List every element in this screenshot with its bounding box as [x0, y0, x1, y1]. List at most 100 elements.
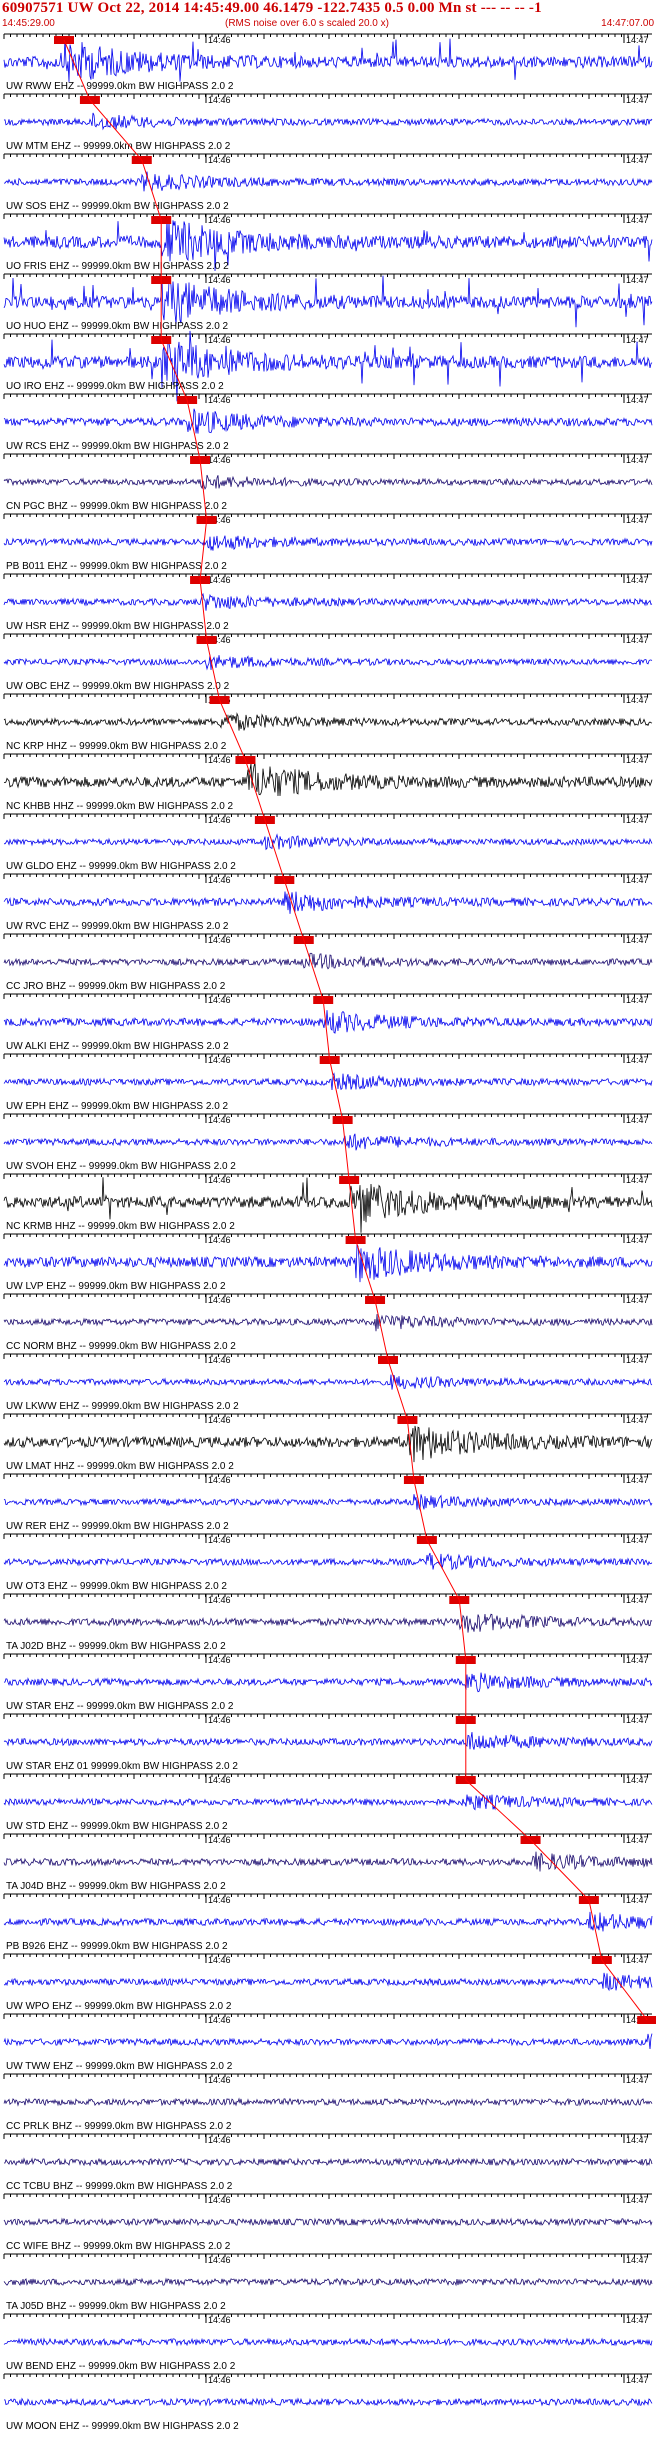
station-label: UW HSR EHZ -- 99999.0km BW HIGHPASS 2.0 … [6, 621, 229, 632]
waveform [3, 1972, 653, 1992]
minute-mark-1447: 14:47 [626, 695, 649, 705]
minute-mark-1447: 14:47 [626, 2375, 649, 2385]
trace-row: 14:46 14:47 UO HUO EHZ -- 99999.0km BW HIG… [3, 273, 653, 332]
minute-mark-1447: 14:47 [626, 455, 649, 465]
minute-mark-1447: 14:47 [626, 395, 649, 405]
trace-row: 14:46 14:47 UW MOON EHZ -- 99999.0km BW HI… [3, 2373, 653, 2432]
trace-row: 14:46 14:47 CC NORM BHZ -- 99999.0km BW HI… [3, 1293, 653, 1352]
minute-mark-1447: 14:47 [626, 635, 649, 645]
waveform [3, 1374, 653, 1390]
waveform [3, 2033, 653, 2050]
minute-mark-1446: 14:46 [208, 1835, 231, 1845]
seismogram-plot: 14:46 14:47 UW RWW EHZ -- 99999.0km BW HIG… [0, 32, 656, 2438]
minute-mark-1446: 14:46 [208, 2015, 231, 2025]
waveform [3, 1613, 653, 1633]
minute-mark-1446: 14:46 [208, 1715, 231, 1725]
minute-mark-1446: 14:46 [208, 155, 231, 165]
trace-row: 14:46 14:47 TA J04D BHZ -- 99999.0km BW HI… [3, 1833, 653, 1892]
station-label: UW MTM EHZ -- 99999.0km BW HIGHPASS 2.0 … [6, 141, 231, 152]
minute-mark-1446: 14:46 [208, 95, 231, 105]
waveform [3, 2337, 653, 2347]
trace-row: 14:4614:47NC KRP HHZ -- 99999.0km BW HIG… [3, 693, 653, 752]
trace-row: 14:46 14:47 UW STAR EHZ -- 99999.0km BW HI… [3, 1653, 653, 1712]
trace-row: 14:46 14:47PB B011 EHZ -- 99999.0km BW HI… [3, 513, 653, 572]
start-time-label: 14:45:29.00 [2, 18, 55, 29]
minute-mark-1446: 14:46 [208, 395, 231, 405]
trace-row: 14:46 14:47 UW LKWW EHZ -- 99999.0km BW HI… [3, 1353, 653, 1412]
station-label: UW ALKI EHZ -- 99999.0km BW HIGHPASS 2.0… [6, 1041, 229, 1052]
trace-row: 14:46 14:47 UW SVOH EHZ -- 99999.0km BW HI… [3, 1113, 653, 1172]
waveform [4, 2397, 653, 2407]
minute-mark-1447: 14:47 [626, 1535, 649, 1545]
trace-row: 14:46 14:47 CC TCBU BHZ -- 99999.0km BW HI… [3, 2133, 653, 2192]
trace-row: 14:46 14:47 UW RVC EHZ -- 99999.0km BW HIG… [3, 873, 653, 932]
minute-mark-1447: 14:47 [626, 1775, 649, 1785]
minute-mark-1447: 14:47 [626, 2135, 649, 2145]
minute-mark-1446: 14:46 [208, 2255, 231, 2265]
waveform [3, 1425, 653, 1463]
minute-mark-1447: 14:47 [626, 1355, 649, 1365]
event-title: 60907571 UW Oct 22, 2014 14:45:49.00 46.… [2, 0, 542, 16]
waveform [3, 1072, 653, 1091]
trace-row: 14:46 14:47 UW BEND EHZ -- 99999.0km BW HI… [3, 2313, 653, 2372]
trace-row: 14:46 14:47 UW SOS EHZ -- 99999.0km BW HIG… [3, 153, 653, 212]
station-label: CC JRO BHZ -- 99999.0km BW HIGHPASS 2.0 … [6, 981, 226, 992]
waveform [3, 171, 653, 193]
seismogram-svg: 14:46 14:47 UW RWW EHZ -- 99999.0km BW HIG… [3, 33, 656, 2432]
station-label: UO IRO EHZ -- 99999.0km BW HIGHPASS 2.0 … [6, 381, 224, 392]
waveform [3, 1133, 653, 1151]
station-label: UW STAR EHZ -- 99999.0km BW HIGHPASS 2.0… [6, 1701, 234, 1712]
minute-mark-1446: 14:46 [208, 1055, 231, 1065]
trace-row: 14:46 14:47 UW GLDO EHZ -- 99999.0km BW HI… [3, 813, 653, 872]
waveform [3, 1010, 653, 1034]
waveform [3, 474, 653, 490]
trace-row: 14:46 14:47 UW RCS EHZ -- 99999.0km BW HIG… [3, 393, 653, 452]
trace-row: 14:46 14:47 UO IRO EHZ -- 99999.0km BW HIG… [3, 330, 653, 402]
station-label: UW MOON EHZ -- 99999.0km BW HIGHPASS 2.0… [6, 2421, 239, 2432]
waveform [3, 952, 653, 970]
trace-row: 14:46 14:47 TA J05D BHZ -- 99999.0km BW HI… [3, 2253, 653, 2312]
trace-row: 14:46 14:47 UW LVP EHZ -- 99999.0km BW HIG… [3, 1233, 653, 1292]
station-label: UW TWW EHZ -- 99999.0km BW HIGHPASS 2.0 … [6, 2061, 233, 2072]
minute-mark-1447: 14:47 [626, 1055, 649, 1065]
minute-mark-1447: 14:47 [626, 1835, 649, 1845]
minute-mark-1447: 14:47 [626, 1415, 649, 1425]
minute-mark-1446: 14:46 [208, 1655, 231, 1665]
station-label: UW STAR EHZ 01 99999.0km BW HIGHPASS 2.0… [6, 1761, 238, 1772]
minute-mark-1447: 14:47 [626, 1955, 649, 1965]
station-label: TA J04D BHZ -- 99999.0km BW HIGHPASS 2.0… [6, 1881, 226, 1892]
minute-mark-1446: 14:46 [208, 2375, 231, 2385]
station-label: NC KRP HHZ -- 99999.0km BW HIGHPASS 2.0 … [6, 741, 227, 752]
waveform [3, 112, 653, 131]
minute-mark-1447: 14:47 [626, 1175, 649, 1185]
waveform [3, 2097, 653, 2107]
station-label: UW GLDO EHZ -- 99999.0km BW HIGHPASS 2.0… [6, 861, 236, 872]
trace-row: 14:46 14:47UW OBC EHZ -- 99999.0km BW HIG… [3, 633, 653, 692]
trace-row: 14:46 14:47 UO FRIS EHZ -- 99999.0km BW HI… [3, 213, 653, 272]
waveform [3, 1314, 653, 1332]
minute-mark-1447: 14:47 [626, 1655, 649, 1665]
station-label: CC PRLK BHZ -- 99999.0km BW HIGHPASS 2.0… [6, 2121, 232, 2132]
station-label: UW RVC EHZ -- 99999.0km BW HIGHPASS 2.0 … [6, 921, 229, 932]
minute-mark-1446: 14:46 [208, 2195, 231, 2205]
minute-mark-1446: 14:46 [208, 1355, 231, 1365]
minute-mark-1446: 14:46 [208, 1895, 231, 1905]
station-label: UW LMAT HHZ -- 99999.0km BW HIGHPASS 2.0… [6, 1461, 234, 1472]
minute-mark-1447: 14:47 [626, 35, 649, 45]
minute-mark-1447: 14:47 [626, 995, 649, 1005]
minute-mark-1446: 14:46 [208, 1775, 231, 1785]
trace-row: 14:46 14:47 TA J02D BHZ -- 99999.0km BW HI… [3, 1593, 653, 1652]
station-label: NC KRMB HHZ -- 99999.0km BW HIGHPASS 2.0… [6, 1221, 235, 1232]
minute-mark-1446: 14:46 [208, 275, 231, 285]
waveform [3, 2277, 653, 2287]
station-label: PB B011 EHZ -- 99999.0km BW HIGHPASS 2.0… [6, 561, 227, 572]
trace-row: 14:46 14:47 CC PRLK BHZ -- 99999.0km BW HI… [3, 2073, 653, 2132]
waveform [3, 1672, 653, 1693]
trace-row: 14:46 14:47 UW STD EHZ -- 99999.0km BW HIG… [3, 1773, 653, 1832]
end-time-label: 14:47:07.00 [601, 18, 654, 29]
station-label: UW BEND EHZ -- 99999.0km BW HIGHPASS 2.0… [6, 2361, 236, 2372]
minute-mark-1446: 14:46 [208, 1535, 231, 1545]
minute-mark-1446: 14:46 [208, 1955, 231, 1965]
trace-row: 14:46 14:47 CC WIFE BHZ -- 99999.0km BW HI… [3, 2193, 653, 2252]
station-label: CC NORM BHZ -- 99999.0km BW HIGHPASS 2.0… [6, 1341, 236, 1352]
